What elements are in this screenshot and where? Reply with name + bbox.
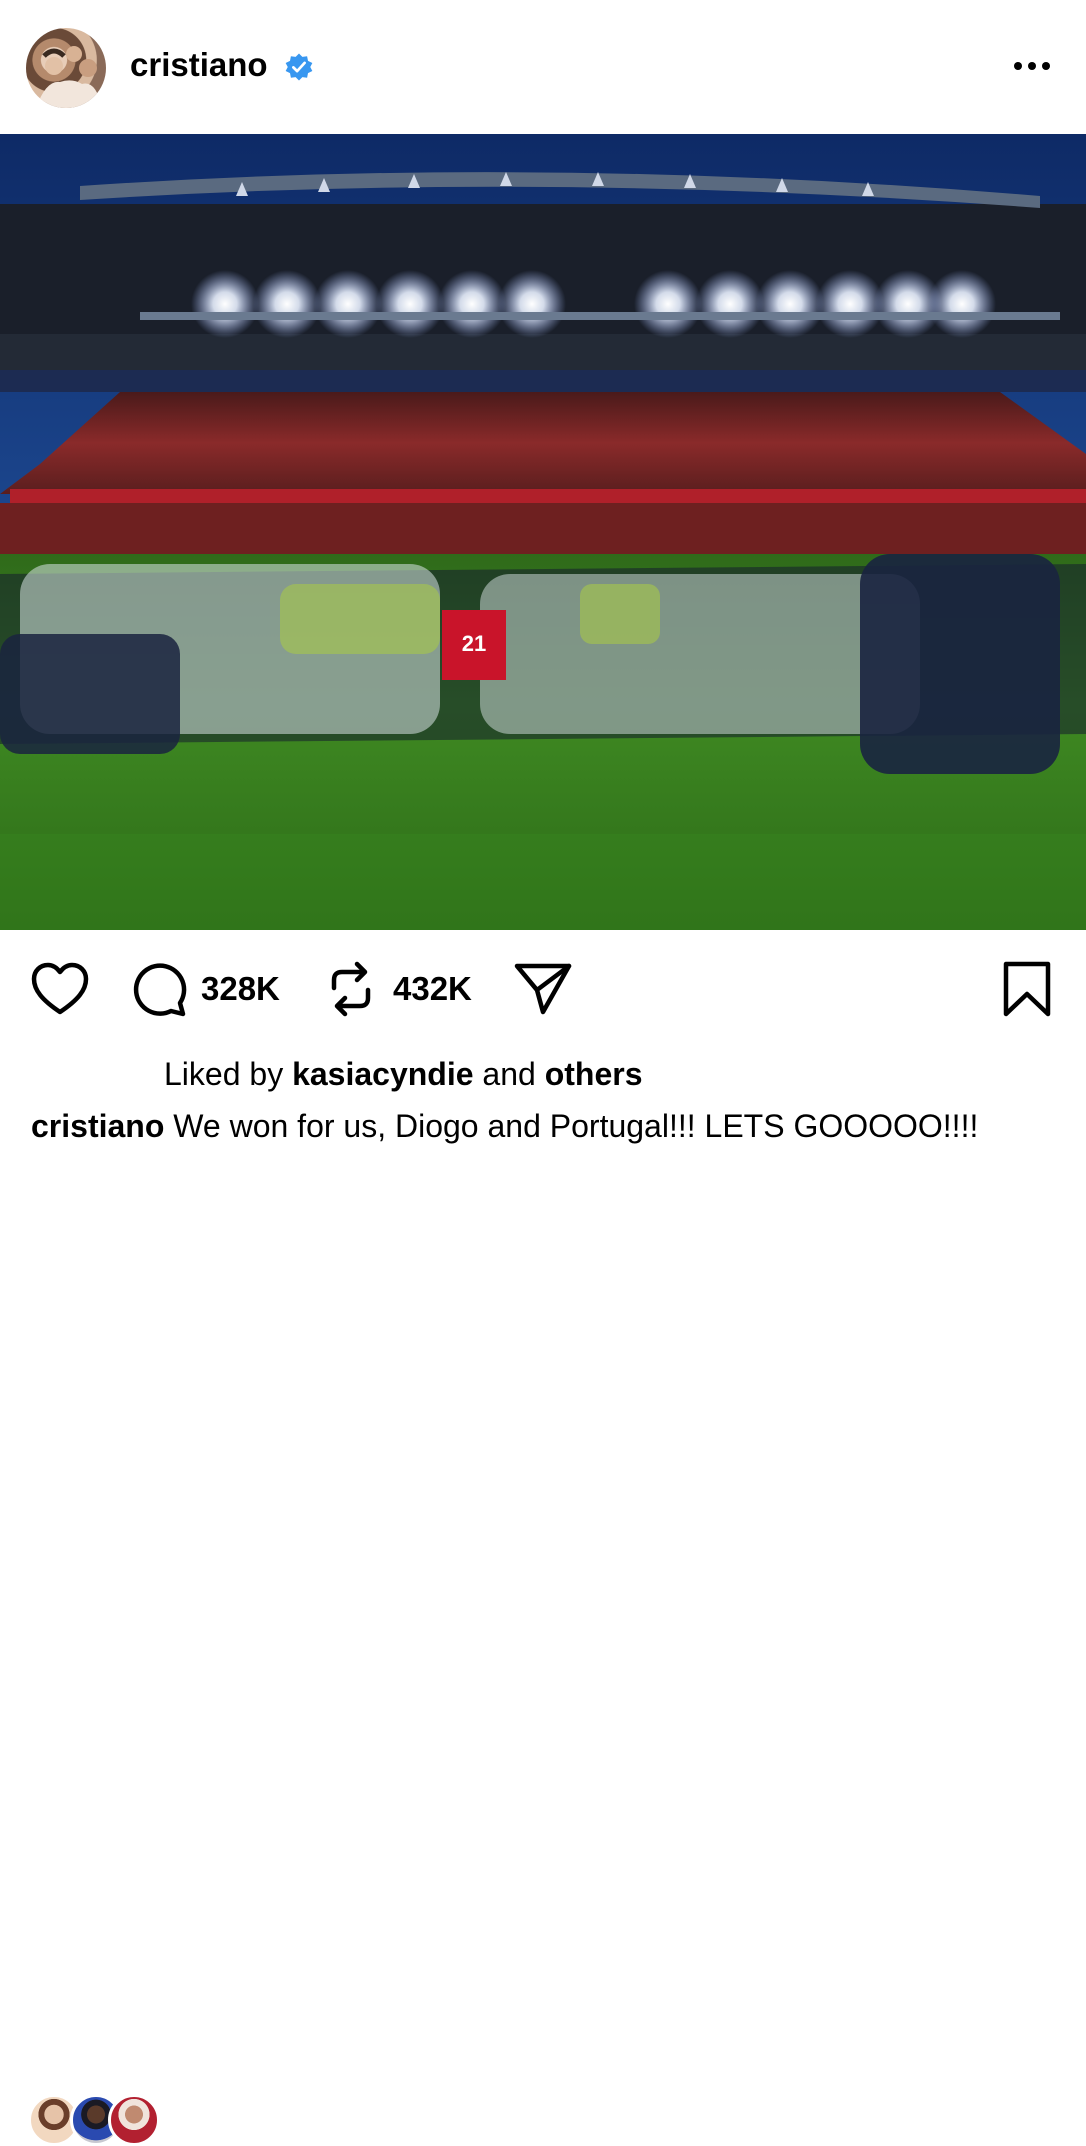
stadium-team-photo: 21 [0, 134, 1086, 930]
comment-count: 328K [201, 970, 280, 1007]
bookmark-icon[interactable] [1000, 960, 1054, 1018]
repost-count: 432K [393, 970, 472, 1007]
caption-username[interactable]: cristiano [31, 1108, 164, 1144]
comment-icon[interactable] [130, 962, 188, 1018]
post-photo[interactable]: 21 [0, 134, 1086, 930]
username[interactable]: cristiano [130, 46, 268, 84]
heart-icon[interactable] [30, 962, 90, 1016]
repost-icon[interactable] [326, 958, 376, 1020]
liker-avatar-3[interactable] [108, 2094, 160, 2146]
jersey-number: 21 [462, 631, 486, 656]
liked-by-prefix: Liked by [164, 1056, 284, 1092]
liked-by-others[interactable]: others [545, 1056, 643, 1092]
send-icon[interactable] [513, 960, 573, 1018]
liked-by-middle: and [482, 1056, 536, 1092]
liked-by-text: Liked by kasiacyndie and others [164, 1056, 643, 1093]
post-header: cristiano [0, 0, 1086, 134]
more-options-icon[interactable] [1010, 48, 1054, 84]
caption-text: We won for us, Diogo and Portugal!!! LET… [173, 1108, 979, 1144]
verified-badge-icon [285, 53, 313, 81]
liked-by-user[interactable]: kasiacyndie [292, 1056, 473, 1092]
post-caption: cristiano We won for us, Diogo and Portu… [31, 1106, 1061, 1146]
profile-avatar[interactable] [26, 28, 106, 108]
